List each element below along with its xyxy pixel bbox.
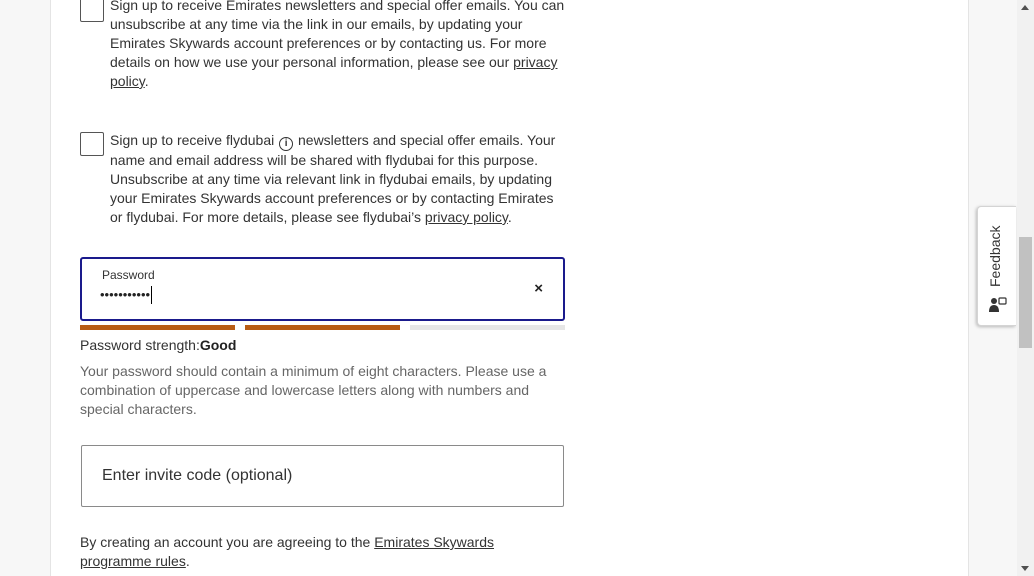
page: Sign up to receive Emirates newsletters … (0, 0, 1017, 576)
terms-agreement: By creating an account you are agreeing … (80, 533, 560, 571)
invite-code-field[interactable] (81, 445, 564, 507)
scroll-up-icon[interactable] (1021, 5, 1029, 10)
password-label: Password (102, 268, 155, 282)
vertical-scrollbar[interactable] (1017, 0, 1034, 576)
strength-label: Password strength: (80, 337, 200, 353)
password-strength: Password strength:Good (80, 337, 236, 353)
agreement-period: . (185, 553, 190, 569)
info-icon[interactable]: i (279, 137, 294, 151)
agreement-text: By creating an account you are agreeing … (80, 534, 375, 550)
invite-code-input[interactable] (82, 446, 563, 506)
emirates-consent: Sign up to receive Emirates newsletters … (80, 0, 570, 100)
flydubai-consent-intro: Sign up to receive flydubai (110, 132, 279, 148)
emirates-consent-body: Sign up to receive Emirates newsletters … (110, 0, 565, 70)
strength-segment-3 (410, 325, 565, 330)
emirates-consent-period: . (144, 73, 149, 89)
password-value[interactable]: ••••••••••• (100, 286, 153, 304)
feedback-tab[interactable]: Feedback (977, 206, 1016, 326)
emirates-newsletter-checkbox[interactable] (80, 0, 104, 22)
close-icon[interactable]: × (534, 280, 543, 297)
scroll-down-icon[interactable] (1021, 566, 1029, 571)
flydubai-newsletter-checkbox[interactable] (80, 132, 104, 156)
password-field[interactable]: Password ••••••••••• × (80, 257, 565, 321)
strength-value: Good (199, 337, 237, 353)
flydubai-consent-period: . (507, 209, 512, 225)
strength-segment-2 (245, 325, 400, 330)
flydubai-consent-text: Sign up to receive flydubai i newsletter… (110, 131, 565, 227)
strength-segment-1 (80, 325, 235, 330)
feedback-label: Feedback (987, 225, 1003, 287)
flydubai-privacy-policy-link[interactable]: privacy policy (425, 209, 508, 225)
flydubai-consent: Sign up to receive flydubai i newsletter… (80, 131, 570, 231)
scroll-thumb[interactable] (1019, 237, 1032, 348)
password-hint: Your password should contain a minimum o… (80, 363, 547, 417)
feedback-person-icon (989, 297, 1007, 312)
emirates-consent-text: Sign up to receive Emirates newsletters … (110, 0, 565, 91)
